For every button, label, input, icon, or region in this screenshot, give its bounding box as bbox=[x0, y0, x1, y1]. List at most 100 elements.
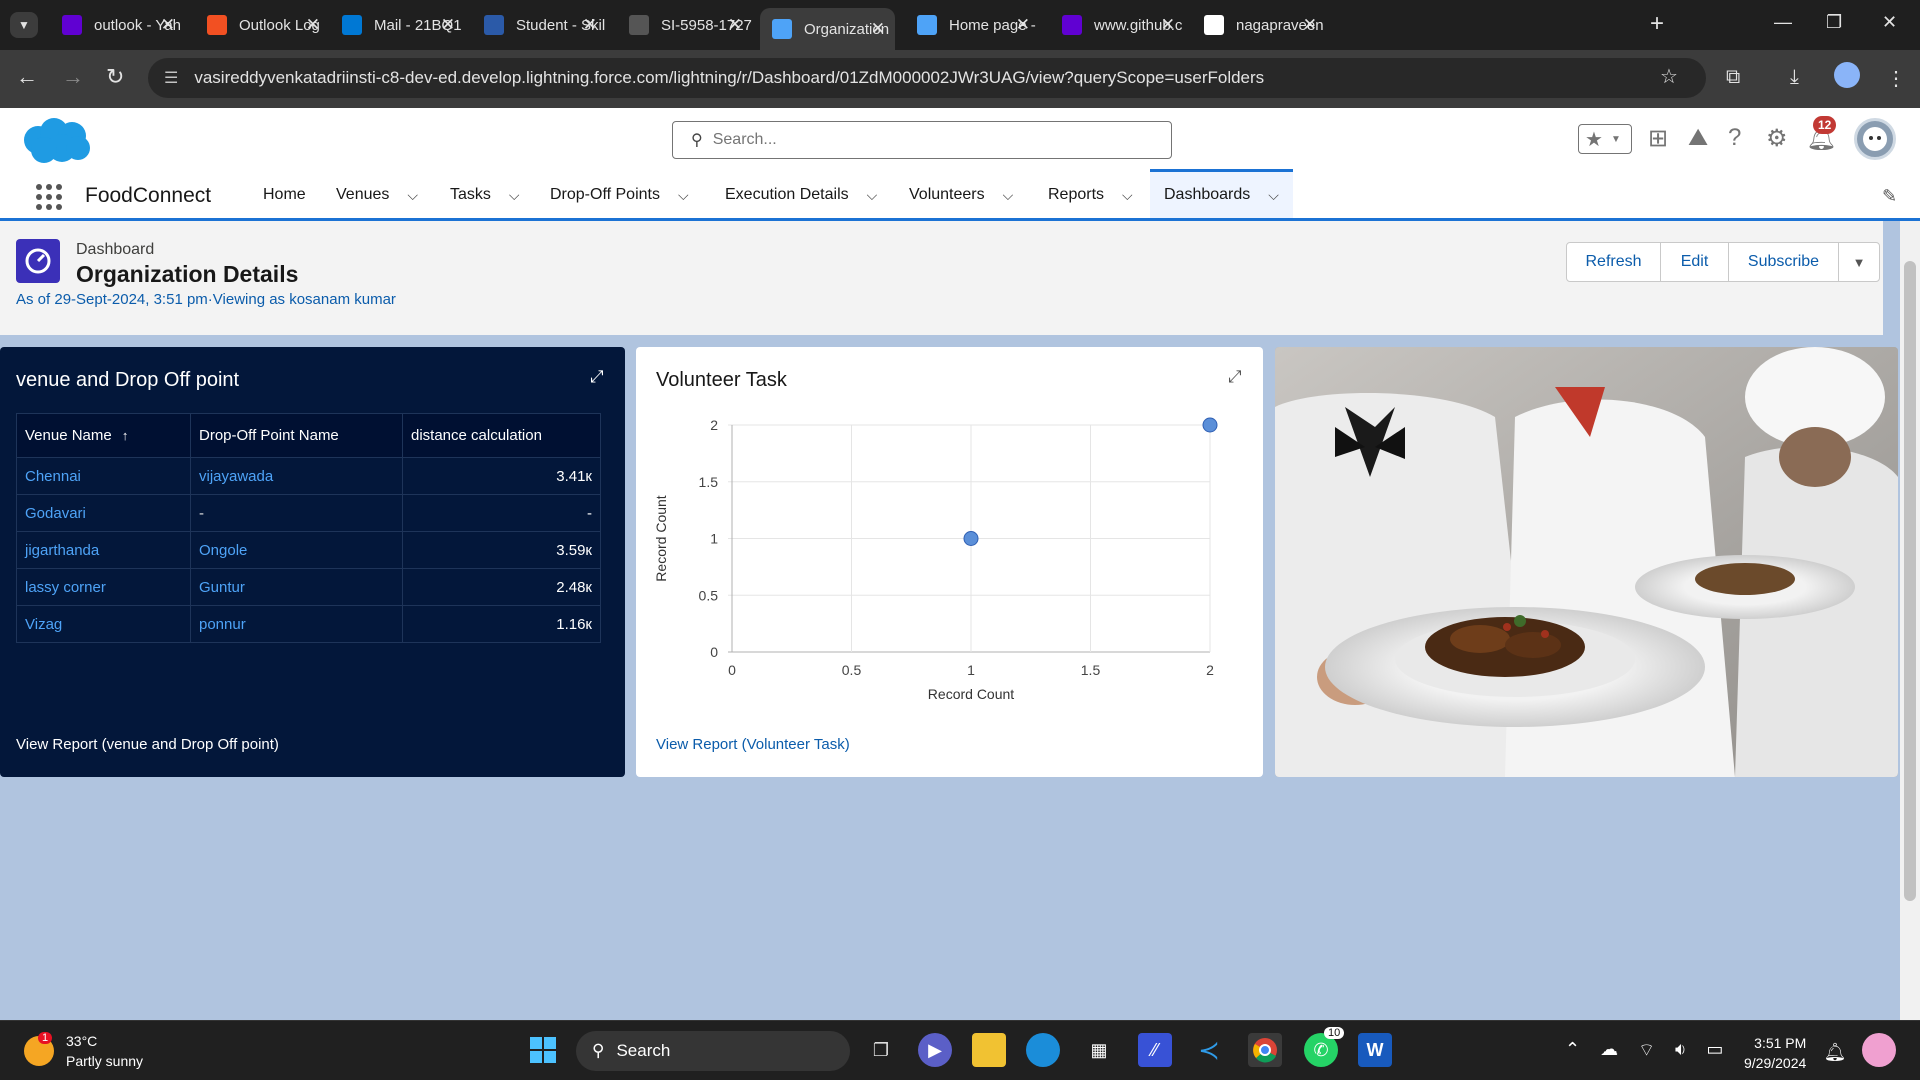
bookmark-star-button[interactable]: ☆ bbox=[1660, 64, 1678, 89]
restore-button[interactable]: ❐ bbox=[1826, 12, 1842, 33]
battery-icon[interactable]: ▭ bbox=[1706, 1039, 1723, 1062]
edge-button[interactable] bbox=[1026, 1033, 1060, 1067]
venue-name-cell[interactable]: jigarthanda bbox=[16, 531, 191, 569]
venue-name-cell[interactable]: Chennai bbox=[16, 457, 191, 495]
help-button[interactable]: ? bbox=[1728, 124, 1741, 152]
address-bar[interactable]: ☰ vasireddyvenkatadriinsti-c8-dev-ed.dev… bbox=[148, 58, 1706, 98]
user-avatar[interactable] bbox=[1854, 118, 1896, 160]
profile-button[interactable] bbox=[1834, 62, 1860, 88]
nav-item-reports[interactable]: Reports ⌵ bbox=[1048, 172, 1133, 218]
browser-tab[interactable]: Mail - 21BQ1 ✕ bbox=[330, 8, 465, 42]
app-button[interactable]: ⁄⁄ bbox=[1138, 1033, 1172, 1067]
trailhead-button[interactable]: ⛰ bbox=[1688, 124, 1708, 152]
onedrive-icon[interactable]: ☁ bbox=[1600, 1039, 1618, 1062]
drop-off-point-cell[interactable]: Guntur bbox=[190, 568, 403, 606]
chevron-down-icon[interactable]: ⌵ bbox=[509, 187, 520, 204]
global-search-box[interactable]: ⚲ bbox=[672, 121, 1172, 159]
chevron-down-icon[interactable]: ▼ bbox=[1611, 134, 1621, 145]
file-explorer-button[interactable] bbox=[972, 1033, 1006, 1067]
nav-item-home[interactable]: Home bbox=[263, 172, 306, 218]
more-actions-button[interactable]: ▼ bbox=[1839, 243, 1879, 281]
volume-icon[interactable]: 🔉︎ bbox=[1675, 1039, 1686, 1062]
weather-widget[interactable]: 1 33°C Partly sunny bbox=[24, 1031, 143, 1071]
tab-search-button[interactable]: ▼ bbox=[10, 12, 38, 38]
close-tab-icon[interactable]: ✕ bbox=[871, 19, 885, 39]
word-button[interactable]: W bbox=[1358, 1033, 1392, 1067]
scatter-point[interactable] bbox=[963, 531, 979, 546]
browser-tab[interactable]: Organization ✕ bbox=[760, 8, 895, 50]
close-tab-icon[interactable]: ✕ bbox=[441, 15, 455, 35]
column-header-distance[interactable]: distance calculation bbox=[402, 413, 601, 458]
browser-tab[interactable]: www.github.c ✕ bbox=[1050, 8, 1185, 42]
start-button[interactable] bbox=[526, 1033, 560, 1067]
favorites-button[interactable]: ★ ▼ bbox=[1578, 124, 1632, 154]
nav-item-volunteers[interactable]: Volunteers ⌵ bbox=[909, 172, 1013, 218]
close-tab-icon[interactable]: ✕ bbox=[1016, 15, 1030, 35]
chrome-button[interactable] bbox=[1248, 1033, 1282, 1067]
view-report-link[interactable]: View Report (venue and Drop Off point) bbox=[16, 736, 279, 753]
task-view-button[interactable]: ❐ bbox=[864, 1033, 898, 1067]
minimize-button[interactable]: — bbox=[1774, 12, 1792, 33]
salesforce-logo[interactable] bbox=[18, 116, 94, 171]
site-info-icon[interactable]: ☰ bbox=[164, 68, 178, 88]
browser-tab[interactable]: SI-5958-1727 ✕ bbox=[617, 8, 752, 42]
drop-off-point-cell[interactable]: Ongole bbox=[190, 531, 403, 569]
refresh-button[interactable]: Refresh bbox=[1567, 243, 1661, 281]
chevron-down-icon[interactable]: ⌵ bbox=[1122, 187, 1133, 204]
venue-name-cell[interactable]: lassy corner bbox=[16, 568, 191, 606]
chevron-down-icon[interactable]: ⌵ bbox=[407, 187, 418, 204]
close-tab-icon[interactable]: ✕ bbox=[306, 15, 320, 35]
nav-item-execution-details[interactable]: Execution Details ⌵ bbox=[725, 172, 877, 218]
notifications-center-button[interactable]: 🔔︎ bbox=[1818, 1035, 1852, 1069]
view-report-link[interactable]: View Report (Volunteer Task) bbox=[656, 736, 850, 753]
chevron-down-icon[interactable]: ⌵ bbox=[1268, 187, 1279, 204]
nav-item-drop-off-points[interactable]: Drop-Off Points ⌵ bbox=[550, 172, 689, 218]
chevron-down-icon[interactable]: ⌵ bbox=[867, 187, 878, 204]
close-tab-icon[interactable]: ✕ bbox=[583, 15, 597, 35]
chevron-down-icon[interactable]: ⌵ bbox=[1003, 187, 1014, 204]
copilot-button[interactable] bbox=[1862, 1033, 1896, 1067]
downloads-button[interactable]: ⤓ bbox=[1790, 66, 1799, 89]
edit-button[interactable]: Edit bbox=[1661, 243, 1729, 281]
browser-tab[interactable]: Home page - ✕ bbox=[905, 8, 1040, 42]
system-clock[interactable]: 3:51 PM 9/29/2024 bbox=[1744, 1033, 1806, 1073]
nav-item-venues[interactable]: Venues ⌵ bbox=[336, 172, 418, 218]
back-button[interactable]: ← bbox=[16, 64, 38, 90]
vscode-button[interactable]: ≺ bbox=[1192, 1033, 1226, 1067]
browser-menu-button[interactable]: ⋮ bbox=[1886, 66, 1906, 91]
venue-name-cell[interactable]: Godavari bbox=[16, 494, 191, 532]
close-tab-icon[interactable]: ✕ bbox=[1161, 15, 1175, 35]
app-launcher-button[interactable] bbox=[36, 184, 62, 210]
forward-button[interactable]: → bbox=[62, 64, 84, 90]
global-search-input[interactable] bbox=[712, 131, 1113, 149]
expand-button[interactable]: ⤢ bbox=[590, 367, 604, 387]
close-tab-icon[interactable]: ✕ bbox=[161, 15, 175, 35]
page-scrollbar[interactable] bbox=[1900, 221, 1920, 1020]
setup-button[interactable]: ⚙ bbox=[1766, 124, 1788, 153]
close-tab-icon[interactable]: ✕ bbox=[728, 15, 742, 35]
whatsapp-button[interactable]: ✆ 10 bbox=[1304, 1027, 1345, 1067]
teams-button[interactable]: ▶ bbox=[918, 1033, 952, 1067]
extensions-button[interactable]: ⧉ bbox=[1726, 66, 1740, 89]
new-tab-button[interactable]: + bbox=[1650, 10, 1664, 38]
browser-tab[interactable]: Outlook Log ✕ bbox=[195, 8, 330, 42]
chevron-up-icon[interactable]: ⌃ bbox=[1565, 1039, 1580, 1062]
drop-off-point-cell[interactable]: ponnur bbox=[190, 605, 403, 643]
reload-button[interactable]: ↻ bbox=[106, 64, 124, 90]
edit-nav-button[interactable]: ✎ bbox=[1882, 186, 1897, 207]
drop-off-point-cell[interactable]: vijayawada bbox=[190, 457, 403, 495]
scatter-point[interactable] bbox=[1202, 417, 1218, 433]
venue-name-cell[interactable]: Vizag bbox=[16, 605, 191, 643]
column-header-drop-off[interactable]: Drop-Off Point Name bbox=[190, 413, 403, 458]
store-button[interactable]: ▦ bbox=[1082, 1033, 1116, 1067]
close-window-button[interactable]: ✕ bbox=[1882, 12, 1897, 33]
nav-item-dashboards[interactable]: Dashboards ⌵ bbox=[1150, 169, 1293, 218]
subscribe-button[interactable]: Subscribe bbox=[1729, 243, 1839, 281]
scrollbar-thumb[interactable] bbox=[1904, 261, 1916, 901]
close-tab-icon[interactable]: ✕ bbox=[1303, 15, 1317, 35]
taskbar-search[interactable]: ⚲ Search bbox=[576, 1031, 850, 1071]
global-actions-button[interactable]: ⊞ bbox=[1648, 124, 1668, 153]
browser-tab[interactable]: nagapraveen ✕ bbox=[1192, 8, 1327, 42]
browser-tab[interactable]: Student - Skil ✕ bbox=[472, 8, 607, 42]
nav-item-tasks[interactable]: Tasks ⌵ bbox=[450, 172, 520, 218]
